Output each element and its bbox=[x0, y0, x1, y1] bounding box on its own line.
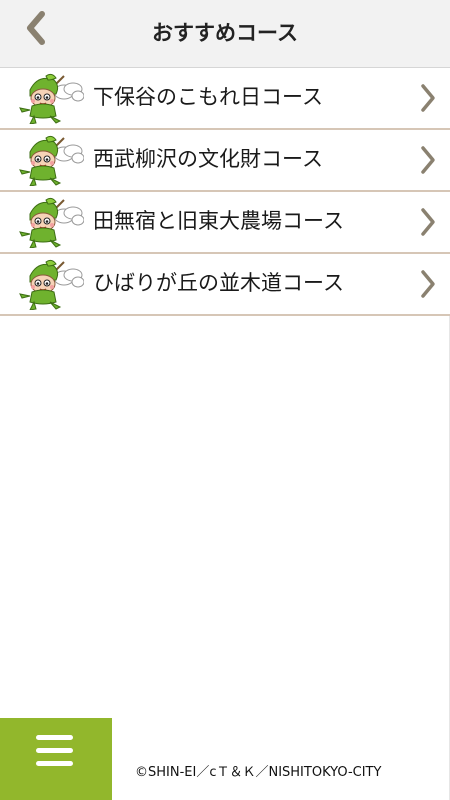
header-bar: おすすめコース bbox=[0, 0, 450, 68]
page-title: おすすめコース bbox=[152, 21, 298, 45]
mascot-icon bbox=[19, 197, 84, 248]
mascot-icon bbox=[19, 73, 84, 124]
mascot-icon bbox=[19, 259, 84, 310]
course-list: 下保谷のこもれ日コース 西武柳沢の文化財コース 田無宿と旧東大農場コース ひばり… bbox=[0, 68, 450, 316]
course-item-seibu-yagisawa[interactable]: 西武柳沢の文化財コース bbox=[0, 130, 450, 192]
back-button[interactable] bbox=[18, 10, 62, 54]
mascot-icon bbox=[19, 135, 84, 186]
course-label: 西武柳沢の文化財コース bbox=[93, 147, 323, 171]
chevron-right-icon bbox=[421, 270, 435, 298]
copyright-text: ©SHIN-EI／cＴ＆Ｋ／NISHITOKYO-CITY bbox=[135, 765, 382, 780]
course-label: ひばりが丘の並木道コース bbox=[93, 271, 344, 295]
course-item-shimohoya[interactable]: 下保谷のこもれ日コース bbox=[0, 68, 450, 130]
course-label: 下保谷のこもれ日コース bbox=[93, 85, 323, 109]
course-item-hibarigaoka[interactable]: ひばりが丘の並木道コース bbox=[0, 254, 450, 316]
chevron-right-icon bbox=[421, 146, 435, 174]
list-divider bbox=[0, 315, 450, 316]
course-label: 田無宿と旧東大農場コース bbox=[93, 209, 344, 233]
menu-button[interactable] bbox=[0, 718, 112, 800]
chevron-right-icon bbox=[421, 208, 435, 236]
chevron-left-icon bbox=[27, 11, 45, 45]
course-item-tanashi[interactable]: 田無宿と旧東大農場コース bbox=[0, 192, 450, 254]
chevron-right-icon bbox=[421, 84, 435, 112]
